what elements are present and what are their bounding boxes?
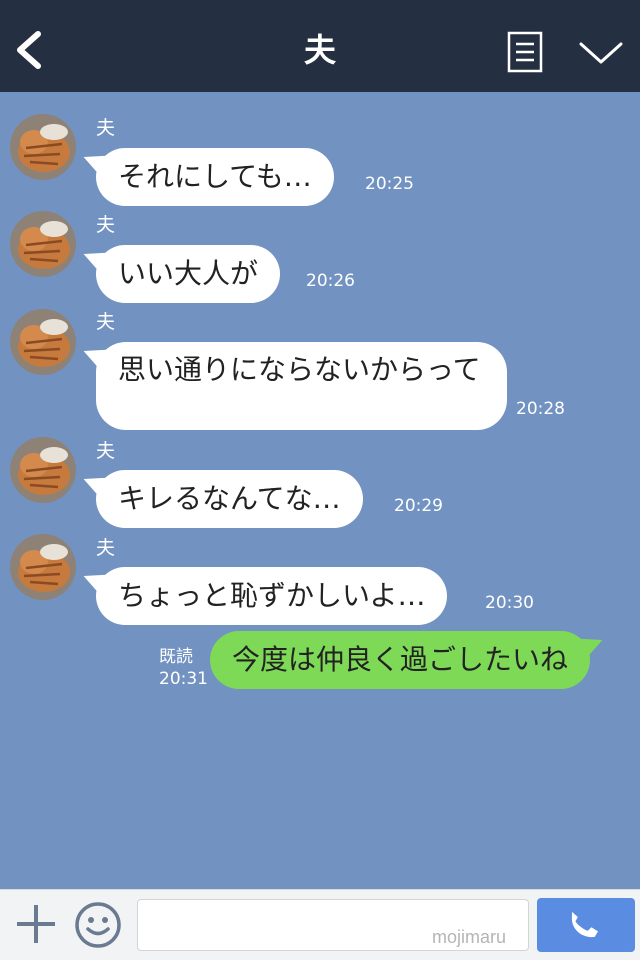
read-label: 既読	[159, 647, 193, 667]
input-bar: mojimaru	[0, 889, 640, 960]
message-time: 20:30	[485, 593, 534, 613]
message-time: 20:26	[306, 271, 355, 291]
message-time: 20:25	[365, 174, 414, 194]
sender-name: 夫	[96, 537, 116, 559]
cat-avatar-icon	[10, 211, 76, 277]
phone-icon	[571, 911, 599, 938]
message-bubble[interactable]: ちょっと恥ずかしいよ…	[96, 567, 448, 625]
emoji-icon[interactable]	[74, 901, 122, 949]
avatar[interactable]	[10, 309, 76, 375]
watermark-text: mojimaru	[432, 927, 507, 947]
my-message-bubble[interactable]: 今度は仲良く過ごしたいね	[210, 631, 591, 689]
message-bubble[interactable]: キレるなんてな…	[96, 470, 363, 528]
message-time: 20:29	[394, 496, 443, 516]
chat-header: 夫	[0, 0, 640, 92]
message-time: 20:28	[516, 399, 565, 419]
cat-avatar-icon	[10, 114, 76, 180]
chevron-down-icon[interactable]	[578, 38, 624, 68]
avatar[interactable]	[10, 534, 76, 600]
cat-avatar-icon	[10, 534, 76, 600]
cat-avatar-icon	[10, 309, 76, 375]
read-status: 既読 20:31	[159, 646, 208, 690]
message-bubble[interactable]: それにしても…	[96, 148, 334, 206]
back-arrow-icon[interactable]	[12, 28, 46, 72]
sender-name: 夫	[96, 311, 116, 333]
message-time: 20:31	[159, 669, 208, 689]
call-button[interactable]	[537, 898, 635, 952]
sender-name: 夫	[96, 440, 116, 462]
avatar[interactable]	[10, 437, 76, 503]
cat-avatar-icon	[10, 437, 76, 503]
message-bubble[interactable]: いい大人が	[96, 245, 281, 303]
chat-area[interactable]: 夫 それにしても… 20:25 夫 いい大人が 20:26 夫 思い通りにならな…	[0, 92, 640, 889]
sender-name: 夫	[96, 214, 116, 236]
plus-icon[interactable]	[14, 902, 58, 946]
notes-menu-icon[interactable]	[507, 31, 543, 73]
avatar[interactable]	[10, 114, 76, 180]
message-bubble[interactable]: 思い通りにならないからって	[96, 342, 507, 430]
sender-name: 夫	[96, 117, 116, 139]
avatar[interactable]	[10, 211, 76, 277]
chat-title: 夫	[303, 31, 336, 69]
